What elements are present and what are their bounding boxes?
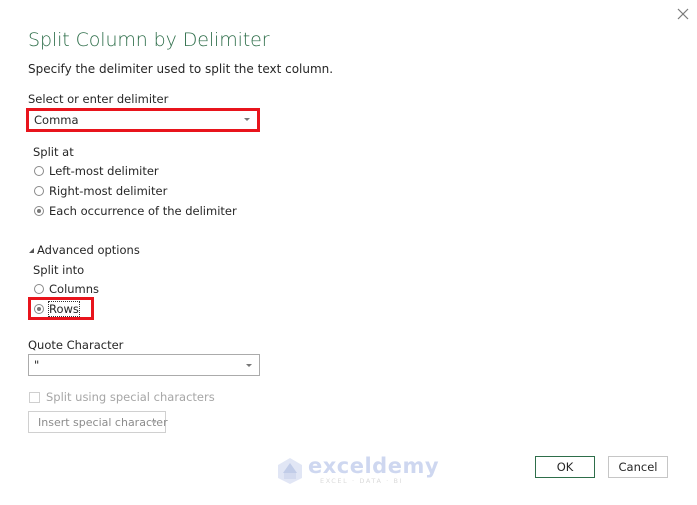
radio-columns[interactable]: Columns — [34, 282, 99, 296]
dialog-title: Split Column by Delimiter — [28, 29, 270, 51]
checkbox-label: Split using special characters — [46, 390, 215, 404]
radio-each-occurrence[interactable]: Each occurrence of the delimiter — [34, 204, 237, 218]
chevron-down-icon — [244, 118, 250, 121]
radio-checked-icon — [34, 304, 44, 314]
watermark-name: exceldemy — [308, 454, 440, 478]
radio-icon — [34, 166, 44, 176]
radio-rows[interactable]: Rows — [34, 301, 80, 317]
quote-character-value: " — [34, 358, 40, 372]
advanced-options-label: Advanced options — [37, 243, 140, 257]
radio-label: Each occurrence of the delimiter — [49, 204, 237, 218]
quote-character-label: Quote Character — [28, 338, 124, 352]
insert-special-character-button[interactable]: Insert special character — [28, 411, 168, 433]
radio-right-most-delimiter[interactable]: Right-most delimiter — [34, 184, 167, 198]
checkbox-icon — [29, 391, 40, 403]
chevron-down-icon — [151, 421, 157, 424]
close-x-icon — [677, 8, 689, 20]
radio-icon — [34, 284, 44, 294]
cancel-button[interactable]: Cancel — [608, 456, 668, 478]
exceldemy-watermark: exceldemy EXCEL · DATA · BI — [276, 456, 439, 485]
radio-label: Rows — [48, 301, 80, 317]
delimiter-value: Comma — [34, 113, 79, 127]
expand-triangle-icon — [29, 247, 34, 253]
delimiter-dropdown[interactable]: Comma — [29, 111, 257, 129]
split-at-label: Split at — [33, 145, 74, 159]
quote-character-dropdown[interactable]: " — [28, 354, 260, 376]
ok-button[interactable]: OK — [535, 456, 595, 478]
radio-left-most-delimiter[interactable]: Left-most delimiter — [34, 164, 159, 178]
radio-label: Columns — [49, 282, 100, 296]
split-into-label: Split into — [33, 263, 85, 277]
split-special-characters-checkbox[interactable]: Split using special characters — [29, 390, 215, 404]
watermark-tagline: EXCEL · DATA · BI — [320, 477, 404, 485]
radio-icon — [34, 186, 44, 196]
chevron-down-icon — [246, 364, 252, 367]
delimiter-label: Select or enter delimiter — [28, 92, 169, 106]
radio-label: Left-most delimiter — [49, 164, 159, 178]
close-button[interactable] — [676, 6, 690, 20]
dialog-subtitle: Specify the delimiter used to split the … — [28, 62, 334, 76]
insert-special-character-label: Insert special character — [38, 416, 168, 429]
exceldemy-logo-icon — [278, 457, 302, 484]
radio-checked-icon — [34, 206, 44, 216]
radio-label: Right-most delimiter — [49, 184, 168, 198]
advanced-options-toggle[interactable]: Advanced options — [29, 243, 140, 257]
